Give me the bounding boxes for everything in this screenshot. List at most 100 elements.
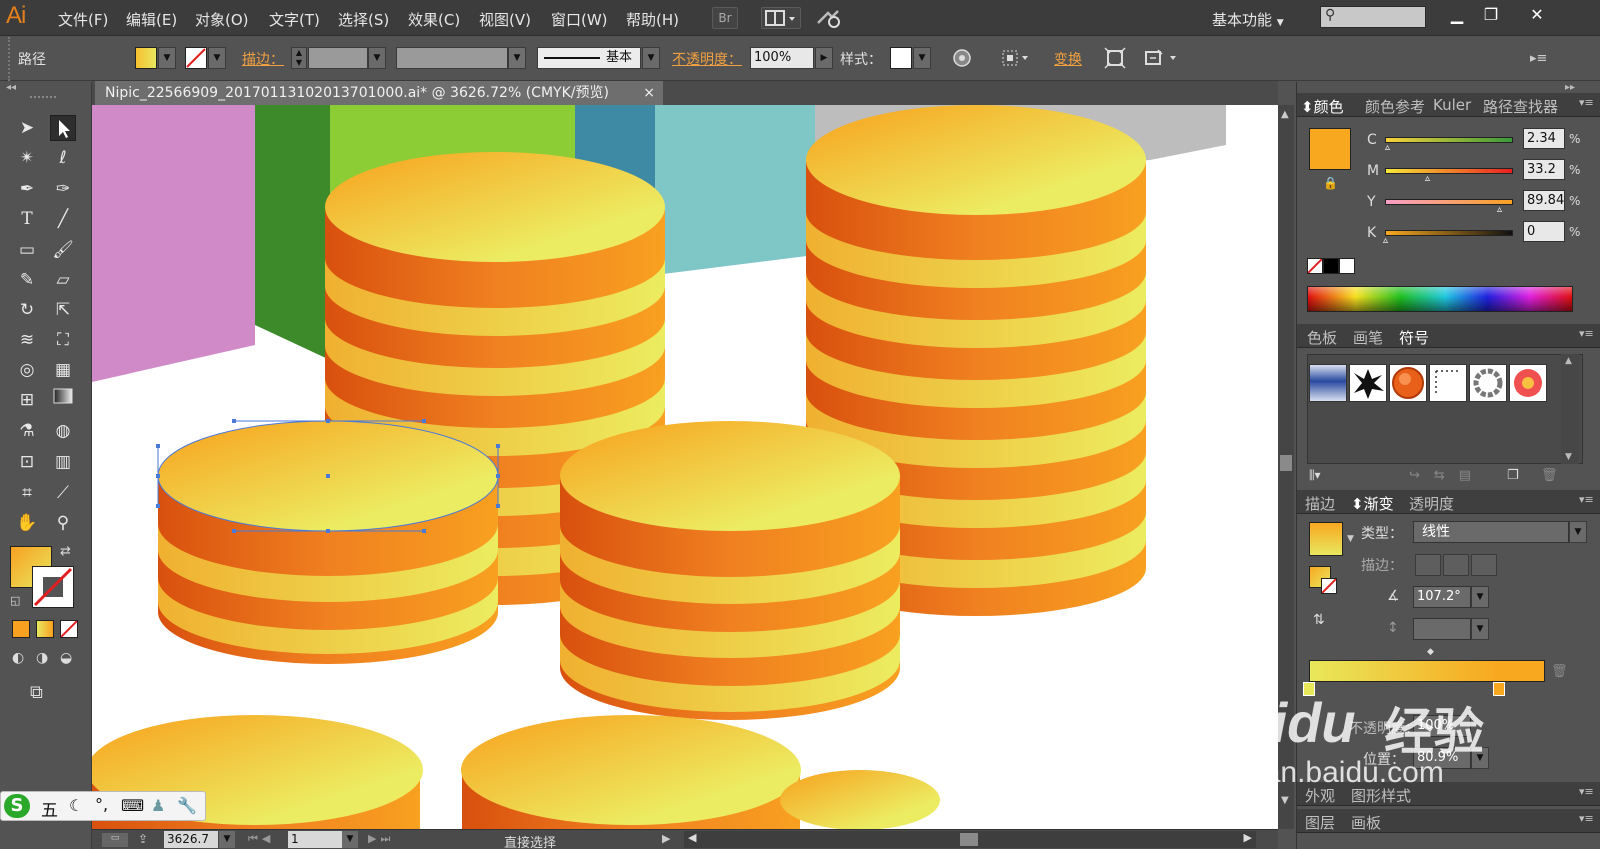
recolor-artwork-icon[interactable]	[952, 48, 972, 72]
direct-selection-tool-icon[interactable]	[50, 115, 76, 141]
gradient-angle-dropdown[interactable]: ▼	[1471, 586, 1489, 608]
settings-wrench-icon[interactable]: 🔧	[177, 796, 197, 815]
tab-gradient[interactable]: ⬍渐变	[1351, 493, 1394, 514]
close-tab-icon[interactable]: ×	[643, 81, 655, 105]
delete-symbol-icon[interactable]: 🗑	[1541, 468, 1558, 483]
slice-tool-icon[interactable]: ⟋	[50, 480, 76, 506]
scroll-right-icon[interactable]: ▶	[1244, 831, 1252, 844]
scroll-up-icon[interactable]: ▲	[1281, 109, 1289, 120]
tab-stroke[interactable]: 描边	[1305, 493, 1335, 514]
sync-settings-icon[interactable]	[814, 7, 844, 33]
menu-help[interactable]: 帮助(H)	[626, 9, 679, 30]
gradient-preview[interactable]	[1309, 522, 1343, 556]
draw-normal-icon[interactable]: ◐	[12, 650, 24, 666]
color-mode-button[interactable]	[12, 620, 30, 638]
tab-color[interactable]: ⬍颜色	[1301, 96, 1344, 117]
scroll-left-icon[interactable]: ◀	[688, 831, 696, 844]
gradient-tool-icon[interactable]	[50, 387, 76, 413]
stroke-color-box[interactable]	[32, 566, 74, 608]
ime-mode-toggle[interactable]: 五	[41, 796, 58, 821]
channel-k-slider[interactable]	[1385, 230, 1513, 236]
eyedropper-tool-icon[interactable]: ⚗	[14, 418, 40, 444]
stroke-gradient-across-button[interactable]	[1471, 554, 1497, 576]
delete-stop-icon[interactable]: 🗑	[1551, 664, 1568, 679]
menu-type[interactable]: 文字(T)	[269, 9, 320, 30]
draw-inside-icon[interactable]: ◒	[60, 650, 72, 666]
brush-dropdown[interactable]: ▼	[642, 47, 660, 69]
channel-y-thumb[interactable]: ▵	[1497, 204, 1502, 215]
collapse-panels-icon[interactable]: ▸▸	[1565, 82, 1575, 93]
artboard-tool-icon[interactable]: ⌗	[14, 480, 40, 506]
stroke-weight-dropdown[interactable]: ▼	[368, 47, 386, 69]
color-fill-preview[interactable]	[1309, 128, 1351, 170]
perspective-grid-tool-icon[interactable]: ▦	[50, 357, 76, 383]
stroke-gradient-within-button[interactable]	[1415, 554, 1441, 576]
menu-file[interactable]: 文件(F)	[58, 9, 108, 30]
new-symbol-icon[interactable]: ❐	[1507, 468, 1519, 483]
channel-k-input[interactable]: 0	[1523, 221, 1565, 242]
gradient-stroke-chip[interactable]	[1321, 578, 1337, 594]
variable-width-profile[interactable]	[396, 47, 508, 69]
symbols-scrollbar[interactable]: ▲ ▼	[1561, 354, 1579, 464]
tab-color-guide[interactable]: 颜色参考	[1365, 96, 1425, 117]
bridge-button[interactable]: Br	[712, 7, 738, 29]
pen-tool-icon[interactable]: ✒	[14, 176, 40, 202]
channel-c-input[interactable]: 2.34	[1523, 128, 1565, 149]
selection-tool-icon[interactable]: ➤	[14, 115, 40, 141]
panel-menu-icon[interactable]: ▾≡	[1579, 785, 1594, 798]
gradient-stop-right[interactable]	[1493, 682, 1505, 696]
reverse-gradient-icon[interactable]: ⇅	[1313, 612, 1325, 628]
menu-window[interactable]: 窗口(W)	[551, 9, 608, 30]
brush-definition[interactable]: 基本	[537, 47, 641, 69]
gradient-type-dropdown[interactable]: ▼	[1569, 521, 1587, 543]
tab-layers[interactable]: 图层	[1305, 812, 1335, 833]
gradient-angle-input[interactable]: 107.2°	[1413, 586, 1471, 608]
menu-object[interactable]: 对象(O)	[195, 9, 249, 30]
column-graph-tool-icon[interactable]: ▥	[50, 449, 76, 475]
channel-m-slider[interactable]	[1385, 168, 1513, 174]
stroke-gradient-along-button[interactable]	[1443, 554, 1469, 576]
tab-kuler[interactable]: Kuler	[1433, 96, 1471, 114]
help-search-input[interactable]: ⚲	[1320, 6, 1426, 28]
restore-button[interactable]: ❐	[1474, 4, 1508, 26]
tab-swatches[interactable]: 色板	[1307, 327, 1337, 348]
opacity-input[interactable]: 100%	[750, 47, 814, 69]
control-panel-menu-icon[interactable]: ▸≡	[1530, 51, 1547, 66]
color-spectrum[interactable]	[1307, 286, 1573, 312]
transform-link[interactable]: 变换	[1054, 49, 1082, 69]
paintbrush-tool-icon[interactable]: 🖌	[50, 237, 76, 263]
none-mode-button[interactable]	[60, 620, 78, 638]
line-segment-tool-icon[interactable]: ╱	[50, 206, 76, 232]
swap-fill-stroke-icon[interactable]: ⇄	[60, 544, 71, 559]
scroll-up-icon[interactable]: ▲	[1565, 356, 1572, 366]
variable-width-dropdown[interactable]: ▼	[508, 47, 526, 69]
status-menu-icon[interactable]: ▶	[662, 832, 670, 845]
h-scroll-thumb[interactable]	[960, 833, 978, 846]
artboard-dropdown[interactable]: ▼	[342, 831, 358, 848]
next-last-artboard-icon[interactable]: ▶⏭	[368, 832, 394, 846]
symbol-actions-icons[interactable]: ↪⇆▤	[1409, 468, 1485, 483]
tab-artboards[interactable]: 画板	[1351, 812, 1381, 833]
user-icon[interactable]: ♟	[151, 796, 165, 815]
opacity-label[interactable]: 不透明度：	[672, 49, 742, 69]
graphic-style-dropdown[interactable]: ▼	[913, 47, 931, 69]
horizontal-scrollbar[interactable]: ◀ ▶	[684, 831, 1256, 848]
sogou-logo-icon[interactable]: S	[4, 794, 30, 818]
fill-swatch[interactable]	[135, 47, 157, 69]
symbol-item[interactable]	[1389, 364, 1427, 402]
menu-view[interactable]: 视图(V)	[479, 9, 531, 30]
panel-menu-icon[interactable]: ▾≡	[1579, 327, 1594, 340]
punctuation-icon[interactable]: °,	[95, 795, 108, 814]
none-color-chip[interactable]	[1307, 258, 1323, 274]
symbol-libraries-icon[interactable]: ⫼▾	[1309, 468, 1321, 483]
scroll-thumb[interactable]	[1280, 455, 1292, 471]
workspace-switcher[interactable]: 基本功能 ▼	[1212, 9, 1284, 30]
channel-y-slider[interactable]	[1385, 199, 1513, 205]
hand-tool-icon[interactable]: ✋	[14, 510, 40, 536]
gradient-type-select[interactable]: 线性	[1413, 521, 1569, 543]
collapse-tools-icon[interactable]: ◂◂	[6, 82, 16, 93]
zoom-dropdown[interactable]: ▼	[219, 831, 235, 848]
opacity-dropdown[interactable]: ▶	[815, 47, 833, 69]
pencil-tool-icon[interactable]: ✎	[14, 267, 40, 293]
zoom-tool-icon[interactable]: ⚲	[50, 510, 76, 536]
